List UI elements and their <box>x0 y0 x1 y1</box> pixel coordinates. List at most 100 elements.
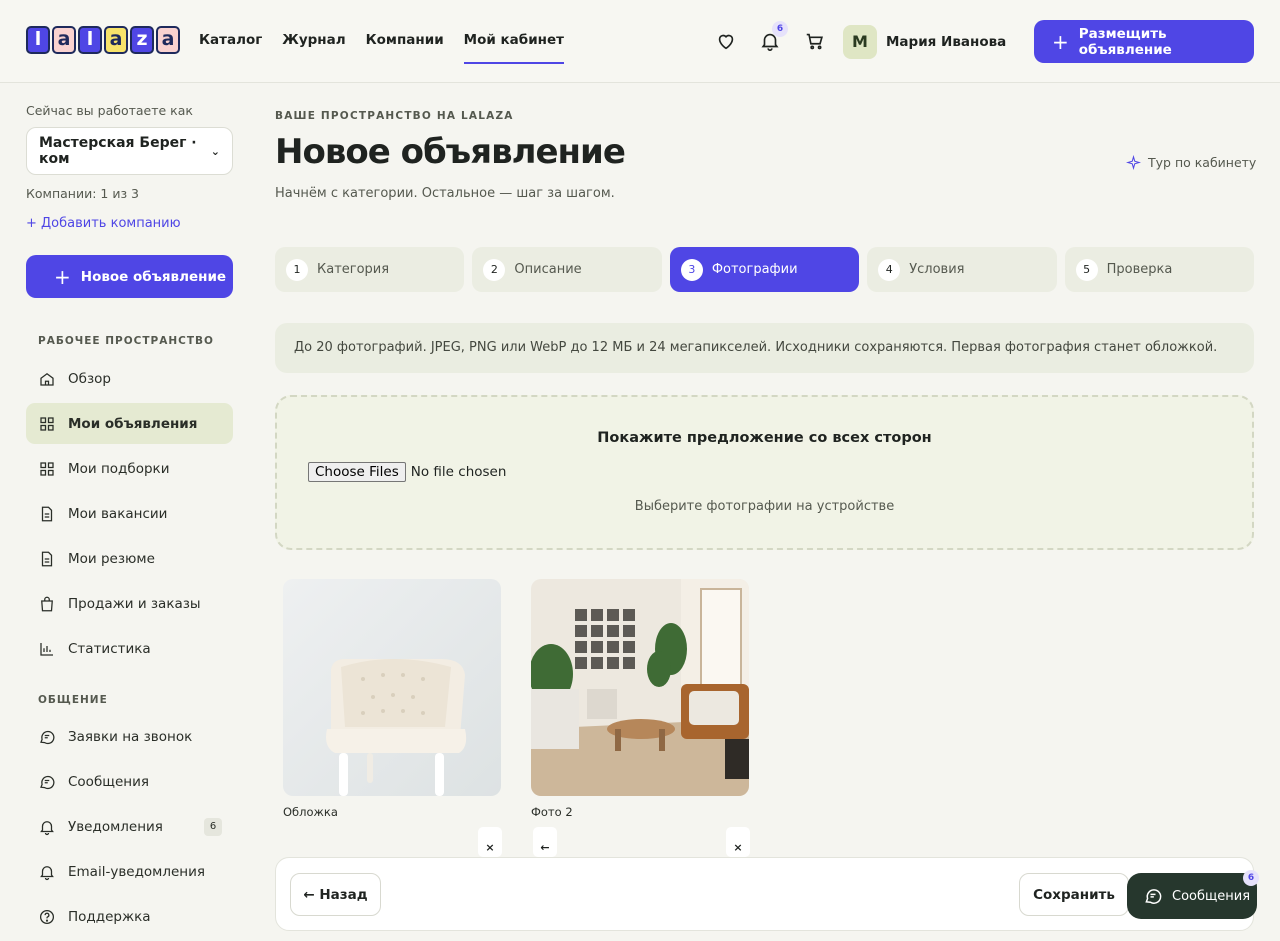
heart-icon[interactable] <box>715 30 737 52</box>
back-button[interactable]: ← Назад <box>290 873 381 916</box>
photo-label: Фото 2 <box>531 805 573 819</box>
sidebar-item-label: Продажи и заказы <box>68 595 201 612</box>
chat-icon <box>1145 889 1162 904</box>
sidebar-item-my-resumes[interactable]: Мои резюме <box>26 538 233 579</box>
sidebar-item-my-vacancies[interactable]: Мои вакансии <box>26 493 233 534</box>
step-photos[interactable]: 3 Фотографии <box>669 247 860 292</box>
choose-files-button[interactable]: Choose Files <box>308 462 406 482</box>
sidebar-item-messages[interactable]: Сообщения <box>26 761 233 802</box>
sidebar-item-notifications[interactable]: Уведомления 6 <box>26 806 233 847</box>
nav-my-cabinet[interactable]: Мой кабинет <box>463 32 564 64</box>
page-subtitle: Начнём с категории. Остальное — шаг за ш… <box>275 186 615 201</box>
wizard-footer: ← Назад Сохранить <box>275 857 1254 931</box>
sidebar-item-call-requests[interactable]: Заявки на звонок <box>26 716 233 757</box>
lalaza-logo[interactable]: l a l a z a <box>26 26 180 54</box>
home-icon <box>40 372 54 386</box>
notifications-count-badge: 6 <box>204 818 222 836</box>
grid-icon <box>40 416 54 431</box>
step-label: Проверка <box>1106 262 1173 277</box>
nav-journal[interactable]: Журнал <box>282 32 345 64</box>
sparkle-icon <box>1126 155 1141 170</box>
new-ad-button[interactable]: + Новое объявление <box>26 255 233 298</box>
messages-fab-label: Сообщения <box>1172 888 1251 904</box>
chevron-down-icon: ⌄ <box>210 144 220 158</box>
chevron-down-icon[interactable]: ⌄ <box>996 36 1005 49</box>
help-icon <box>39 909 55 924</box>
sidebar-item-label: Мои резюме <box>68 550 155 567</box>
step-label: Категория <box>317 262 390 277</box>
remove-photo-button[interactable]: × <box>478 827 502 857</box>
logo-letter: z <box>130 26 154 54</box>
nav-companies[interactable]: Компании <box>366 32 444 64</box>
working-as-label: Сейчас вы работаете как <box>26 103 193 118</box>
new-ad-label: Новое объявление <box>80 268 227 285</box>
remove-photo-button[interactable]: × <box>726 827 750 857</box>
stepper: 1 Категория 2 Описание 3 Фотографии 4 Ус… <box>275 247 1255 292</box>
photo-requirements-info: До 20 фотографий. JPEG, PNG или WebP до … <box>275 323 1254 373</box>
photo-label: Обложка <box>283 805 338 819</box>
sidebar-item-label: Статистика <box>68 640 151 657</box>
file-input[interactable]: Choose Files No file chosen <box>308 462 506 482</box>
move-left-button[interactable]: ← <box>533 827 557 857</box>
save-button[interactable]: Сохранить <box>1019 873 1129 916</box>
section-title-workspace: РАБОЧЕЕ ПРОСТРАНСТВО <box>38 335 214 347</box>
logo-letter: a <box>52 26 76 54</box>
step-label: Фотографии <box>711 262 798 277</box>
page-title: Новое объявление <box>275 132 626 172</box>
user-name[interactable]: Мария Иванова <box>886 34 1006 50</box>
bell-icon <box>40 865 54 880</box>
plus-icon: + <box>54 264 71 289</box>
step-review[interactable]: 5 Проверка <box>1064 247 1255 292</box>
page-eyebrow: ВАШЕ ПРОСТРАНСТВО НА LALAZA <box>275 110 514 122</box>
bell-icon <box>40 820 54 835</box>
no-file-label: No file chosen <box>410 464 507 480</box>
armchair-photo <box>283 579 501 796</box>
sidebar-item-email-notifications[interactable]: Email-уведомления <box>26 851 233 892</box>
logo-letter: l <box>26 26 50 54</box>
sidebar-item-label: Уведомления <box>68 818 163 835</box>
logo-letter: l <box>78 26 102 54</box>
messages-fab[interactable]: Сообщения <box>1127 873 1257 919</box>
photo-dropzone[interactable]: Покажите предложение со всех сторон Choo… <box>275 395 1254 550</box>
sidebar-item-statistics[interactable]: Статистика <box>26 628 233 669</box>
photo-thumbnail-cover[interactable] <box>283 579 501 796</box>
post-ad-button[interactable]: + Размещить объявление <box>1034 20 1254 63</box>
chat-icon <box>40 730 55 744</box>
sidebar-item-label: Сообщения <box>68 773 150 790</box>
plus-icon: + <box>1052 29 1069 54</box>
company-count: Компании: 1 из 3 <box>26 186 140 201</box>
avatar[interactable]: М <box>843 25 877 59</box>
sidebar-item-my-ads[interactable]: Мои объявления <box>26 403 233 444</box>
document-icon <box>41 551 53 566</box>
step-terms[interactable]: 4 Условия <box>867 247 1057 292</box>
nav-catalog[interactable]: Каталог <box>199 32 262 64</box>
step-label: Описание <box>514 262 582 277</box>
bag-icon <box>41 596 53 611</box>
tour-label: Тур по кабинету <box>1148 155 1257 170</box>
step-number: 4 <box>878 258 901 281</box>
chat-icon <box>40 775 55 789</box>
tour-link[interactable]: Тур по кабинету <box>1126 155 1256 170</box>
logo-letter: a <box>156 26 180 54</box>
chart-icon <box>40 642 53 656</box>
photo-thumbnail-2[interactable] <box>531 579 749 796</box>
add-company-link[interactable]: + Добавить компанию <box>26 216 181 231</box>
step-description[interactable]: 2 Описание <box>472 247 662 292</box>
sidebar-item-label: Email-уведомления <box>68 863 206 880</box>
company-select[interactable]: Мастерская Берег · ком ⌄ <box>26 127 233 175</box>
sidebar-item-overview[interactable]: Обзор <box>26 358 233 399</box>
cart-icon[interactable] <box>804 30 826 52</box>
main-nav: Каталог Журнал Компании Мой кабинет <box>199 32 564 64</box>
sidebar-item-label: Поддержка <box>68 908 151 925</box>
logo-letter: a <box>104 26 128 54</box>
sidebar-item-sales[interactable]: Продажи и заказы <box>26 583 233 624</box>
sidebar-item-support[interactable]: Поддержка <box>26 896 233 937</box>
step-number: 1 <box>286 258 308 281</box>
step-category[interactable]: 1 Категория <box>275 247 465 292</box>
top-header: l a l a z a Каталог Журнал Компании Мой … <box>0 0 1280 83</box>
living-room-photo <box>531 579 749 796</box>
dropzone-title: Покажите предложение со всех сторон <box>597 430 932 446</box>
step-label: Условия <box>909 262 965 277</box>
sidebar-item-my-collections[interactable]: Мои подборки <box>26 448 233 489</box>
sidebar-item-label: Мои объявления <box>68 415 198 432</box>
